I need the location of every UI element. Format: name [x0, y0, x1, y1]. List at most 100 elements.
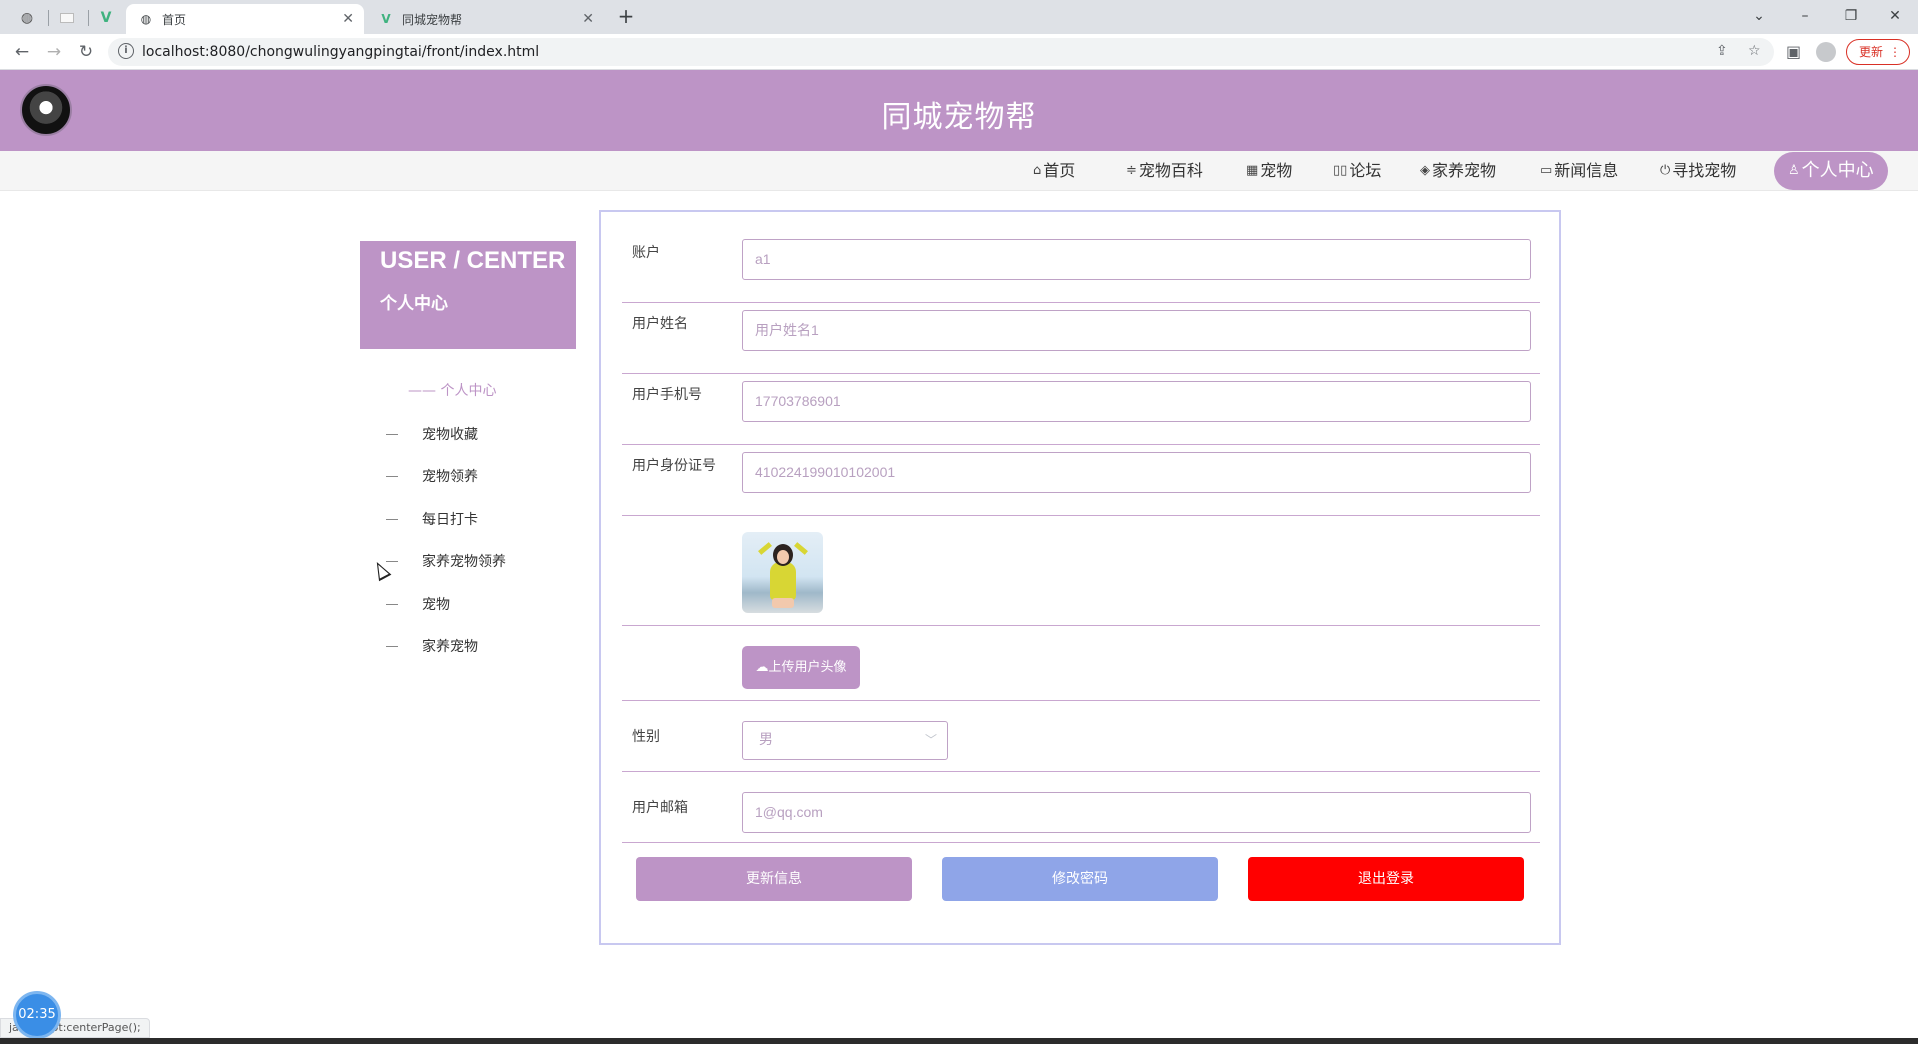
- sidebar-item-home-pet-adoption[interactable]: 家养宠物领养: [386, 551, 506, 571]
- globe-icon: ◍: [20, 10, 34, 26]
- dash-marker: [386, 475, 398, 477]
- main-nav: ⌂ 首页 ≑ 宠物百科 ▦ 宠物 ▯▯ 论坛 ◈ 家养宠物 ▭ 新闻信息 ⏻ 寻找宠物 ♙ 个人…: [0, 151, 1918, 191]
- stack-icon: ◈: [1420, 163, 1430, 178]
- reload-button[interactable]: ↻: [74, 40, 98, 64]
- book-icon: ▭: [1540, 163, 1553, 178]
- gender-label: 性别: [632, 729, 660, 745]
- nav-label: 寻找宠物: [1672, 161, 1737, 180]
- browser-toolbar: ← → ↻ i localhost:8080/chongwulingyangpi…: [0, 34, 1918, 70]
- more-menu-icon: ⋮: [1889, 45, 1901, 59]
- form-row-name: 用户姓名 用户姓名1: [622, 303, 1540, 374]
- phone-label: 用户手机号: [632, 387, 702, 403]
- tab-pet-site[interactable]: V 同城宠物帮 ✕: [366, 4, 604, 34]
- back-button[interactable]: ←: [10, 40, 34, 64]
- site-info-icon[interactable]: i: [118, 43, 134, 59]
- tab-separator: [48, 10, 49, 26]
- user-icon: ♙: [1788, 163, 1800, 178]
- pinned-tab-globe[interactable]: ◍: [15, 6, 39, 30]
- name-input[interactable]: 用户姓名1: [742, 310, 1531, 351]
- address-bar[interactable]: i localhost:8080/chongwulingyangpingtai/…: [108, 38, 1774, 66]
- sidebar-item-label: 宠物: [422, 597, 450, 613]
- nav-label: 宠物百科: [1138, 161, 1203, 180]
- sidebar-item-label: 家养宠物领养: [422, 554, 506, 570]
- sidebar-item-pet-favorites[interactable]: 宠物收藏: [386, 424, 478, 444]
- account-input[interactable]: a1: [742, 239, 1531, 280]
- sidebar-item-label: 宠物收藏: [422, 427, 478, 443]
- dash-marker: [386, 433, 398, 435]
- site-title: 同城宠物帮: [881, 100, 1037, 135]
- user-center-card: USER / CENTER 个人中心: [360, 241, 576, 349]
- forward-button[interactable]: →: [42, 40, 66, 64]
- user-avatar-image: [742, 532, 823, 613]
- nav-pet-wiki[interactable]: ≑ 宠物百科: [1126, 159, 1203, 183]
- tab-home[interactable]: ◍ 首页 ✕: [126, 4, 364, 34]
- close-icon[interactable]: ✕: [342, 11, 354, 27]
- pinned-tab-blank[interactable]: [55, 6, 79, 30]
- user-center-title-cn: 个人中心: [380, 294, 448, 314]
- nav-forum[interactable]: ▯▯ 论坛: [1333, 159, 1381, 183]
- minimize-button[interactable]: –: [1782, 2, 1828, 30]
- upload-avatar-button[interactable]: ☁上传用户头像: [742, 646, 860, 689]
- pinned-tab-vue[interactable]: V: [94, 6, 118, 30]
- form-row-avatar: [622, 516, 1540, 626]
- idcard-input[interactable]: 410224199010102001: [742, 452, 1531, 493]
- nav-user-center[interactable]: ♙ 个人中心: [1774, 152, 1888, 190]
- blank-page-icon: [60, 13, 74, 23]
- nav-label: 家养宠物: [1432, 161, 1497, 180]
- nav-label: 论坛: [1349, 161, 1382, 180]
- sidebar-item-user-center[interactable]: —— 个人中心: [408, 380, 496, 400]
- avatar-legs: [772, 598, 794, 608]
- gender-select[interactable]: 男 ﹀: [742, 721, 948, 760]
- form-row-account: 账户 a1: [622, 232, 1540, 303]
- cloud-upload-icon: ☁: [755, 660, 769, 675]
- name-label: 用户姓名: [632, 316, 688, 332]
- upload-label: 上传用户头像: [768, 660, 847, 675]
- sidebar-item-pet-adoption[interactable]: 宠物领养: [386, 466, 478, 486]
- nav-label: 个人中心: [1801, 160, 1874, 181]
- sidebar-item-label: 家养宠物: [422, 639, 478, 655]
- email-input[interactable]: 1@qq.com: [742, 792, 1531, 833]
- url-text[interactable]: localhost:8080/chongwulingyangpingtai/fr…: [142, 44, 539, 60]
- home-icon: ⌂: [1033, 163, 1042, 178]
- new-tab-button[interactable]: +: [614, 5, 638, 29]
- side-panel-icon[interactable]: ▣: [1786, 42, 1801, 61]
- nav-home[interactable]: ⌂ 首页: [1033, 159, 1075, 183]
- sidebar-item-home-pets[interactable]: 家养宠物: [386, 636, 478, 656]
- bookmark-star-icon[interactable]: ☆: [1748, 43, 1761, 59]
- close-window-button[interactable]: ✕: [1872, 2, 1918, 30]
- vue-logo-icon: V: [381, 12, 391, 26]
- sidebar-item-daily-checkin[interactable]: 每日打卡: [386, 509, 478, 529]
- form-row-phone: 用户手机号 17703786901: [622, 374, 1540, 445]
- profile-avatar-icon[interactable]: [1816, 42, 1836, 62]
- close-icon[interactable]: ✕: [582, 11, 594, 27]
- nav-label: 首页: [1043, 161, 1076, 180]
- form-row-gender: 性别 男 ﹀: [622, 701, 1540, 772]
- recording-timer-badge[interactable]: 02:35: [13, 991, 61, 1039]
- nav-label: 宠物: [1260, 161, 1293, 180]
- update-info-button[interactable]: 更新信息: [636, 857, 912, 901]
- phone-input[interactable]: 17703786901: [742, 381, 1531, 422]
- sidebar-item-label: 每日打卡: [422, 512, 478, 528]
- account-label: 账户: [632, 245, 660, 261]
- dash-marker: [386, 518, 398, 520]
- chevron-down-icon: ﹀: [924, 733, 937, 747]
- form-row-email: 用户邮箱 1@qq.com: [622, 772, 1540, 843]
- nav-pets[interactable]: ▦ 宠物: [1246, 159, 1292, 183]
- dash-marker: [386, 645, 398, 647]
- browser-update-button[interactable]: 更新 ⋮: [1846, 39, 1910, 65]
- tab-search-button[interactable]: ⌄: [1736, 2, 1782, 30]
- grid-icon: ▦: [1246, 163, 1259, 178]
- share-icon[interactable]: ⇪: [1716, 43, 1728, 59]
- update-label: 更新: [1859, 45, 1884, 59]
- nav-find-pet[interactable]: ⏻ 寻找宠物: [1660, 159, 1736, 183]
- logout-button[interactable]: 退出登录: [1248, 857, 1524, 901]
- vue-logo-icon: V: [100, 10, 112, 26]
- avatar-body: [770, 562, 796, 600]
- change-password-button[interactable]: 修改密码: [942, 857, 1218, 901]
- tab-title: 首页: [162, 12, 187, 27]
- power-icon: ⏻: [1660, 163, 1671, 178]
- restore-button[interactable]: ❐: [1828, 2, 1874, 30]
- nav-news[interactable]: ▭ 新闻信息: [1540, 159, 1618, 183]
- sidebar-item-pets[interactable]: 宠物: [386, 594, 450, 614]
- nav-home-pets[interactable]: ◈ 家养宠物: [1420, 159, 1496, 183]
